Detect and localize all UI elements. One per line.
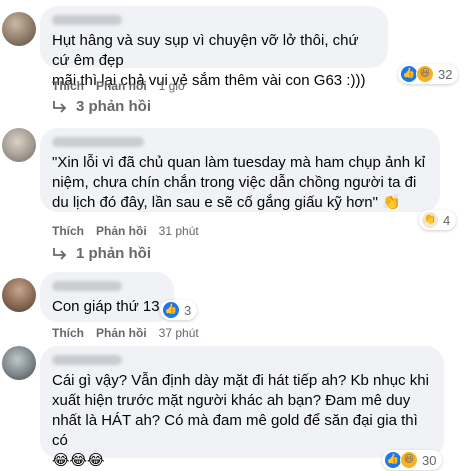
- reply-button[interactable]: Phản hồi: [96, 326, 147, 340]
- reaction-count: 30: [422, 452, 437, 468]
- comment-actions: Thích Phản hồi 37 phút: [52, 326, 199, 340]
- reply-arrow-icon: [53, 247, 67, 260]
- author-name-blurred[interactable]: [52, 281, 122, 291]
- author-name-blurred[interactable]: [52, 355, 122, 365]
- reply-button[interactable]: Phản hồi: [96, 224, 147, 238]
- reaction-summary[interactable]: 👍 😆 30: [382, 450, 443, 470]
- reaction-count: 3: [184, 302, 192, 318]
- timestamp[interactable]: 37 phút: [159, 326, 199, 340]
- author-name-blurred[interactable]: [52, 137, 144, 147]
- comment-actions: Thích Phản hồi 31 phút: [52, 224, 199, 238]
- replies-count-label: 3 phản hồi: [76, 98, 151, 115]
- view-replies-link[interactable]: 3 phản hồi: [52, 98, 151, 115]
- haha-icon: 😆: [416, 65, 434, 83]
- comment-actions: Thích Phản hồi 1 giờ: [52, 79, 186, 93]
- comment-text: Cái gì vậy? Vẫn định dày mặt đi hát tiếp…: [52, 372, 429, 469]
- reaction-count: 4: [443, 212, 451, 228]
- reaction-summary[interactable]: 👏 4: [419, 210, 457, 230]
- avatar[interactable]: [2, 128, 36, 162]
- reply-button[interactable]: Phản hồi: [96, 79, 147, 93]
- like-icon: 👍: [162, 301, 180, 319]
- like-button[interactable]: Thích: [52, 224, 84, 238]
- comment-text: "Xin lỗi vì đã chủ quan làm tuesday mà h…: [52, 154, 426, 211]
- author-name-blurred[interactable]: [52, 15, 122, 25]
- comment-bubble: Con giáp thứ 13: [40, 272, 174, 322]
- haha-icon: 😆: [400, 451, 418, 469]
- timestamp[interactable]: 31 phút: [159, 224, 199, 238]
- comment-text: Con giáp thứ 13: [52, 298, 160, 315]
- reaction-summary[interactable]: 👍 😆 32: [398, 64, 459, 84]
- like-button[interactable]: Thích: [52, 79, 84, 93]
- like-button[interactable]: Thích: [52, 326, 84, 340]
- view-replies-link[interactable]: 1 phản hồi: [52, 245, 151, 262]
- reply-arrow-icon: [53, 100, 67, 113]
- reaction-count: 32: [438, 66, 453, 82]
- avatar[interactable]: [2, 278, 36, 312]
- avatar[interactable]: [2, 12, 36, 46]
- comment-bubble: Cái gì vậy? Vẫn định dày mặt đi hát tiếp…: [40, 346, 444, 469]
- reaction-summary[interactable]: 👍 3: [160, 300, 198, 320]
- avatar[interactable]: [2, 346, 36, 380]
- comment-bubble: Hụt hâng và suy sụp vì chuyện vỡ lở thôi…: [40, 6, 388, 89]
- comment-bubble: "Xin lỗi vì đã chủ quan làm tuesday mà h…: [40, 128, 440, 212]
- clap-icon: 👏: [421, 211, 439, 229]
- timestamp[interactable]: 1 giờ: [159, 79, 186, 93]
- replies-count-label: 1 phản hồi: [76, 245, 151, 262]
